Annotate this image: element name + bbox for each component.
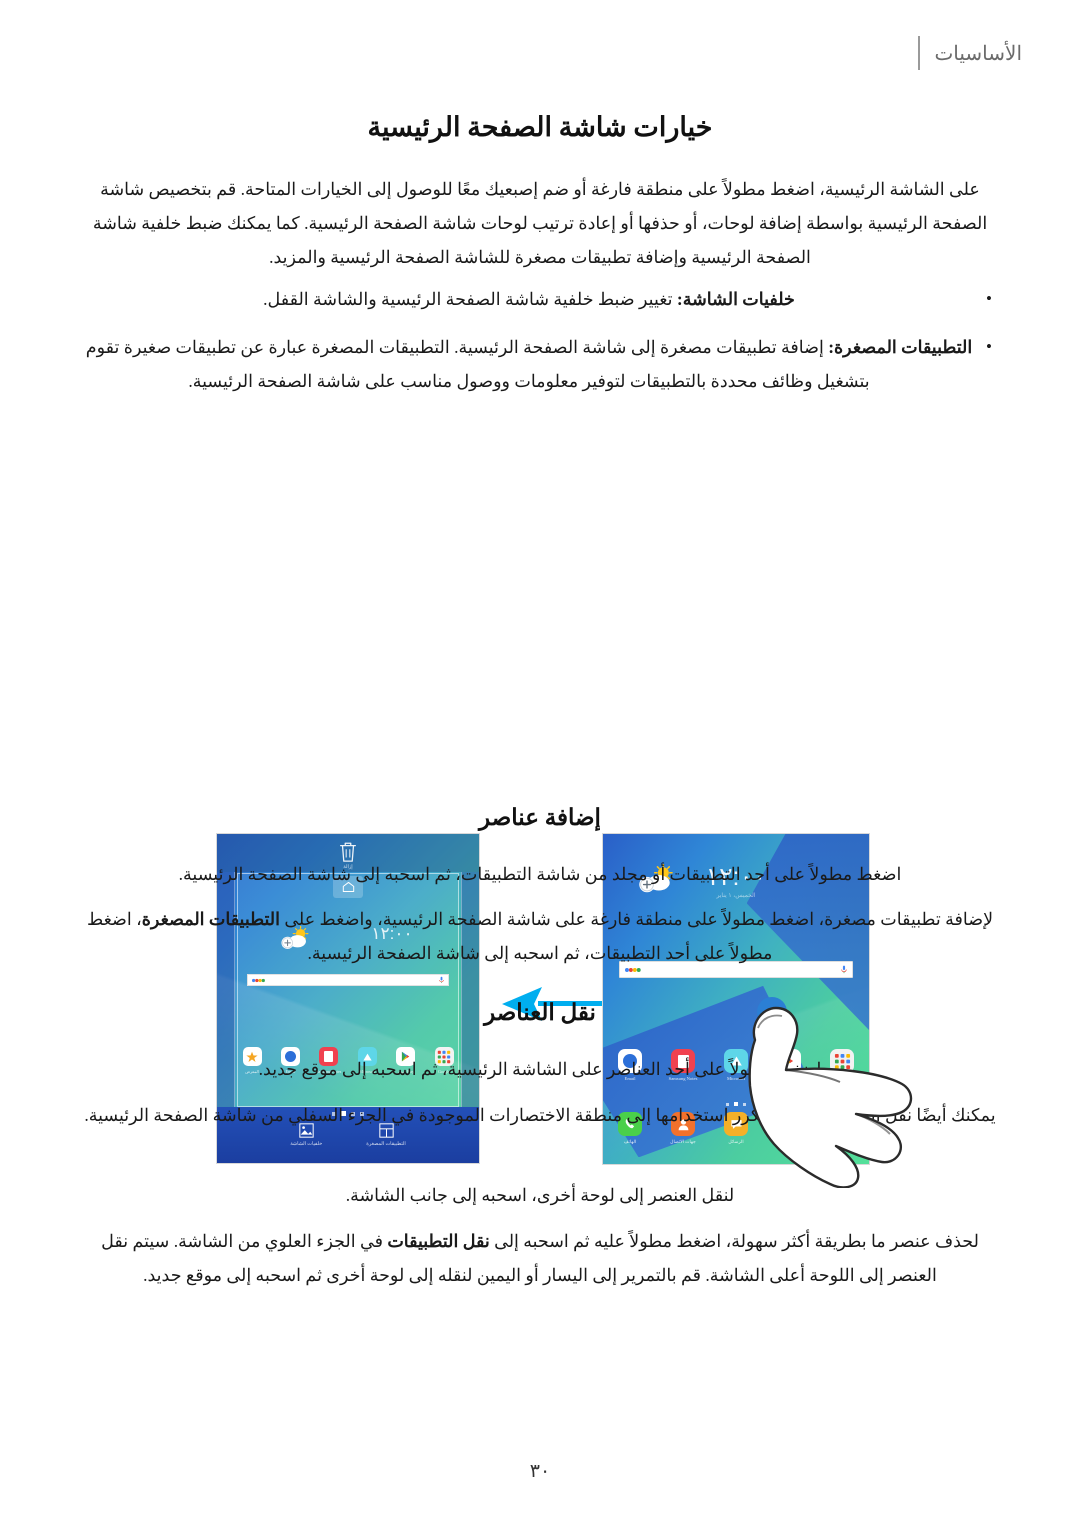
widgets-label: التطبيقات المصغرة [366,1142,406,1147]
microphone-icon [439,976,444,983]
bullet-desc: تغيير ضبط خلفية شاشة الصفحة الرئيسية وال… [263,289,677,309]
paragraph-part: لحذف عنصر ما بطريقة أكثر سهولة، اضغط مطو… [489,1231,979,1251]
section-title-adding-items: إضافة عناصر [479,805,601,830]
page-header: الأساسيات [0,30,1080,76]
bullet-term: التطبيقات المصغرة: [828,337,973,357]
bullet-term: خلفيات الشاشة: [676,289,795,309]
app-label: الهاتف [623,1139,637,1144]
paragraph-bold-term: التطبيقات المصغرة [141,909,280,929]
wallpapers-label: خلفيات الشاشة [290,1142,323,1147]
home-screen-options-intro: على الشاشة الرئيسية، اضغط مطولاً على منط… [92,179,988,267]
bullet-widgets: التطبيقات المصغرة: إضافة تطبيقات مصغرة إ… [80,330,978,398]
clock-widget-date: الخميس، ١ يناير [716,893,756,899]
manual-page: الأساسيات خيارات شاشة الصفحة الرئيسية عل… [0,0,1080,1527]
adding-items-paragraph-2: لإضافة تطبيقات مصغرة، اضغط مطولاً على من… [80,902,1000,970]
header-divider [918,36,921,70]
hand-long-press-illustration [748,997,913,1188]
figure-home-screen-editing: إزالة ١٢:٠٠ Google Play ستور Microsoft S… [0,413,1080,1188]
adding-items-paragraph-1: اضغط مطولاً على أحد التطبيقات أو مجلد من… [178,864,902,884]
list-item: • التطبيقات المصغرة: إضافة تطبيقات مصغرة… [80,330,1000,398]
page-number: ٣٠ [529,1461,551,1482]
home-screen-options-bullets: • خلفيات الشاشة: تغيير ضبط خلفية شاشة ال… [80,282,1000,412]
list-item: • خلفيات الشاشة: تغيير ضبط خلفية شاشة ال… [80,282,1000,316]
paragraph-part: لإضافة تطبيقات مصغرة، اضغط مطولاً على من… [279,909,994,929]
app-label: جهات الاتصال [670,1139,696,1144]
paragraph-bold-term: نقل التطبيقات [387,1231,490,1251]
google-search-bar[interactable] [247,974,449,986]
bullet-desc: إضافة تطبيقات مصغرة إلى شاشة الصفحة الرئ… [85,337,870,391]
moving-items-paragraph-4: لحذف عنصر ما بطريقة أكثر سهولة، اضغط مطو… [80,1224,1000,1292]
page-title: خيارات شاشة الصفحة الرئيسية [367,112,713,142]
bullet-dot-icon: • [986,289,992,308]
bullet-dot-icon: • [986,337,992,356]
hand-shape [748,1006,913,1188]
google-logo-icon [252,978,265,982]
bullet-wallpapers: خلفيات الشاشة: تغيير ضبط خلفية شاشة الصف… [80,282,978,316]
header-title: الأساسيات [934,42,1022,65]
